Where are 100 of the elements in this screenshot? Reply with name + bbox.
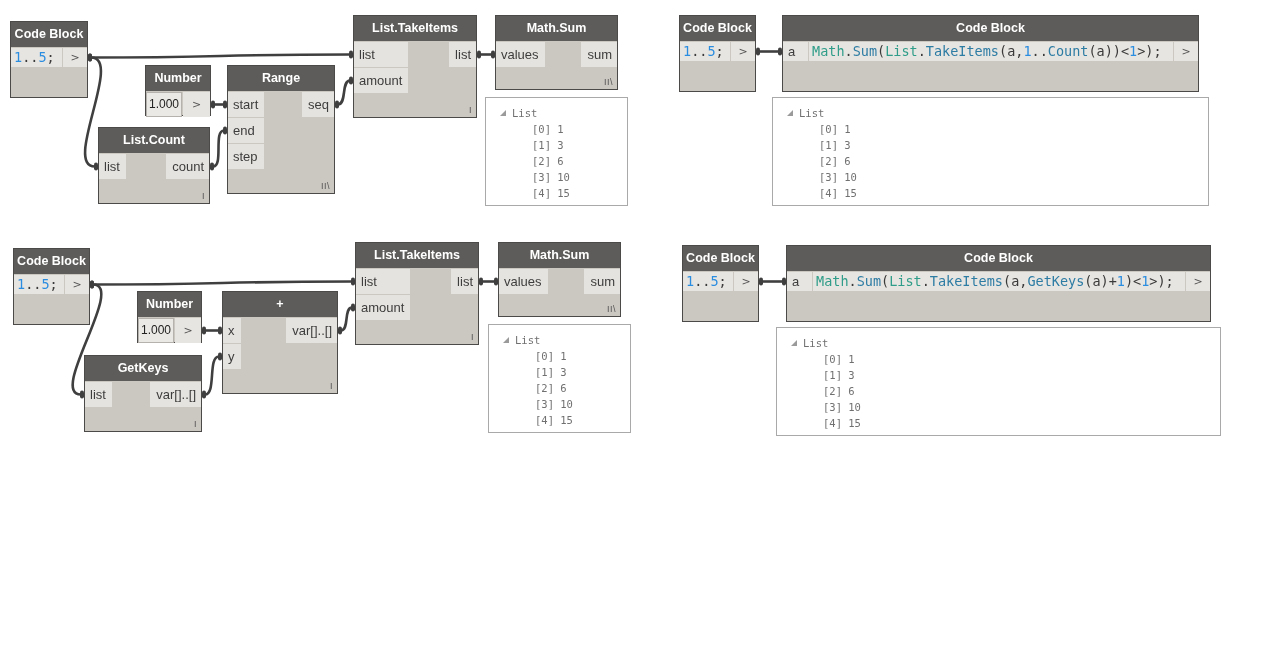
node-card[interactable]: Range start end step seq II\ xyxy=(227,65,335,194)
list-item: [1] 3 xyxy=(532,138,564,153)
node-card[interactable]: Code Block 1..5; > xyxy=(13,248,90,325)
node-card[interactable]: Code Block 1..5; > xyxy=(10,21,88,98)
node-card[interactable]: List.TakeItems list amount list I xyxy=(353,15,477,118)
number-field[interactable]: 1.000 xyxy=(138,318,175,343)
node-title: List.TakeItems xyxy=(356,243,478,268)
node-title: Math.Sum xyxy=(499,243,620,268)
input-port[interactable]: y xyxy=(223,344,241,369)
list-item: [2] 6 xyxy=(535,381,567,396)
lacing-mark: II\ xyxy=(607,304,616,314)
list-item: [0] 1 xyxy=(819,122,851,137)
wire xyxy=(211,100,227,109)
input-port[interactable]: amount xyxy=(354,68,409,93)
node-title: Code Block xyxy=(14,249,89,274)
list-item: [2] 6 xyxy=(532,154,564,169)
input-port[interactable]: list xyxy=(356,269,411,294)
node-title: Code Block xyxy=(683,246,758,271)
list-item: [1] 3 xyxy=(819,138,851,153)
list-label: List xyxy=(512,106,538,121)
lacing-mark: I xyxy=(194,419,197,429)
input-port[interactable]: list xyxy=(99,154,126,179)
input-port[interactable]: end xyxy=(228,118,265,143)
output-port[interactable]: > xyxy=(183,92,210,117)
input-port[interactable]: values xyxy=(499,269,548,294)
list-item: [0] 1 xyxy=(535,349,567,364)
node-title: List.TakeItems xyxy=(354,16,476,41)
list-item: [3] 10 xyxy=(823,400,861,415)
lacing-mark: II\ xyxy=(321,181,330,191)
input-port[interactable]: values xyxy=(496,42,545,67)
wire xyxy=(756,47,782,56)
triangle-icon[interactable] xyxy=(500,110,506,116)
input-port[interactable]: a xyxy=(787,272,812,291)
wire xyxy=(479,277,498,286)
node-card[interactable]: List.Count list count I xyxy=(98,127,210,204)
list-label: List xyxy=(799,106,825,121)
list-item: [0] 1 xyxy=(532,122,564,137)
list-label: List xyxy=(515,333,541,348)
output-port[interactable]: > xyxy=(175,318,201,343)
code-editor[interactable]: 1..5; xyxy=(11,48,62,67)
output-port[interactable]: var[]..[] xyxy=(150,382,201,407)
input-port[interactable]: step xyxy=(228,144,265,169)
input-port[interactable]: amount xyxy=(356,295,411,320)
code-editor[interactable]: Math.Sum(List.TakeItems(a,1..Count(a))<1>); xyxy=(809,42,1173,61)
output-port[interactable]: > xyxy=(65,275,89,294)
input-port[interactable]: list xyxy=(85,382,112,407)
wire xyxy=(210,126,227,171)
code-editor[interactable]: Math.Sum(List.TakeItems(a,GetKeys(a)+1)<1>); xyxy=(813,272,1185,291)
lacing-mark: II\ xyxy=(604,77,613,87)
node-card[interactable]: Number 1.000 > xyxy=(145,65,211,116)
node-card[interactable]: Math.Sum values sum II\ xyxy=(495,15,618,90)
list-item: [1] 3 xyxy=(535,365,567,380)
number-field[interactable]: 1.000 xyxy=(146,92,183,117)
node-title: Math.Sum xyxy=(496,16,617,41)
node-card[interactable]: GetKeys list var[]..[] I xyxy=(84,355,202,432)
triangle-icon[interactable] xyxy=(503,337,509,343)
output-port[interactable]: > xyxy=(63,48,87,67)
lacing-mark: I xyxy=(471,332,474,342)
list-item: [4] 15 xyxy=(535,413,573,428)
wire xyxy=(335,76,353,109)
output-port[interactable]: > xyxy=(1186,272,1210,291)
node-title: Number xyxy=(138,292,201,317)
output-port[interactable]: list xyxy=(449,42,476,67)
output-port[interactable]: seq xyxy=(302,92,334,117)
input-port[interactable]: x xyxy=(223,318,241,343)
wire xyxy=(338,303,355,335)
wire xyxy=(759,277,786,286)
output-port[interactable]: list xyxy=(451,269,478,294)
output-port[interactable]: count xyxy=(166,154,209,179)
input-port[interactable]: start xyxy=(228,92,265,117)
output-port[interactable]: sum xyxy=(584,269,620,294)
output-port[interactable]: sum xyxy=(581,42,617,67)
list-item: [4] 15 xyxy=(819,186,857,201)
node-card[interactable]: Code Block 1..5; > xyxy=(679,15,756,92)
input-port[interactable]: a xyxy=(783,42,808,61)
input-port[interactable]: list xyxy=(354,42,409,67)
node-title: Code Block xyxy=(787,246,1210,271)
node-card[interactable]: Math.Sum values sum II\ xyxy=(498,242,621,317)
list-item: [1] 3 xyxy=(823,368,855,383)
node-card[interactable]: List.TakeItems list amount list I xyxy=(355,242,479,345)
output-port[interactable]: var[]..[] xyxy=(286,318,337,343)
node-card[interactable]: Code Block a Math.Sum(List.TakeItems(a,GetKeys(a)+1)<1>); > xyxy=(786,245,1211,322)
output-port[interactable]: > xyxy=(731,42,755,61)
list-item: [4] 15 xyxy=(823,416,861,431)
code-editor[interactable]: 1..5; xyxy=(14,275,64,294)
node-title: GetKeys xyxy=(85,356,201,381)
list-item: [3] 10 xyxy=(819,170,857,185)
code-editor[interactable]: 1..5; xyxy=(683,272,733,291)
node-title: Code Block xyxy=(11,22,87,47)
list-item: [3] 10 xyxy=(535,397,573,412)
node-title: + xyxy=(223,292,337,317)
code-editor[interactable]: 1..5; xyxy=(680,42,730,61)
triangle-icon[interactable] xyxy=(787,110,793,116)
output-port[interactable]: > xyxy=(1174,42,1198,61)
output-port[interactable]: > xyxy=(734,272,758,291)
node-card[interactable]: Code Block a Math.Sum(List.TakeItems(a,1..Count(a))<1>); > xyxy=(782,15,1199,92)
node-card[interactable]: + x y var[]..[] I xyxy=(222,291,338,394)
node-card[interactable]: Number 1.000 > xyxy=(137,291,202,343)
node-card[interactable]: Code Block 1..5; > xyxy=(682,245,759,322)
triangle-icon[interactable] xyxy=(791,340,797,346)
